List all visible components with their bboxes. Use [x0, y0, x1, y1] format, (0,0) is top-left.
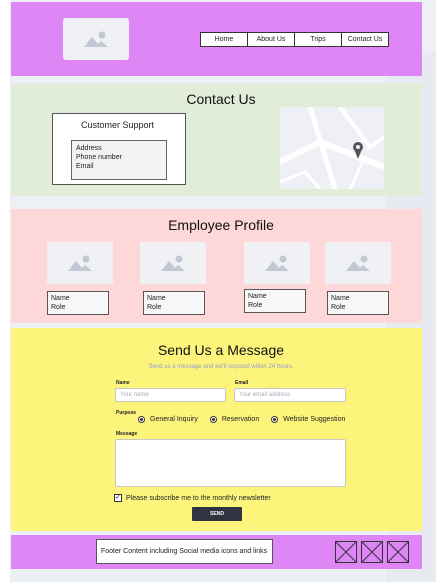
message-textarea[interactable]	[115, 439, 346, 487]
email-line: Email	[76, 163, 94, 170]
employee-role: Role	[51, 304, 66, 311]
employee-role: Role	[147, 304, 162, 311]
left-rail	[0, 0, 10, 582]
employee-card: Name Role	[47, 291, 109, 315]
employee-section: Employee Profile Name Role Name Role Nam…	[11, 209, 422, 323]
radio-website-suggestion[interactable]	[271, 416, 279, 423]
radio-reservation[interactable]	[209, 416, 217, 423]
image-placeholder-icon	[161, 255, 185, 271]
placeholder-cross-icon	[361, 541, 383, 563]
employee-role: Role	[248, 302, 263, 309]
logo-placeholder-image	[63, 18, 129, 60]
message-label: Message	[116, 431, 138, 437]
radio-general-inquiry[interactable]	[138, 416, 145, 423]
radio-label: General Inquiry	[150, 416, 198, 423]
employee-role: Role	[331, 304, 346, 311]
header: Home About Us Trips Contact Us	[11, 2, 422, 76]
employee-card: Name Role	[244, 289, 306, 313]
name-input[interactable]: Your name	[115, 388, 226, 402]
social-icon-placeholder[interactable]	[387, 541, 409, 563]
nav-home[interactable]: Home	[200, 32, 248, 47]
newsletter-row: ✓ Please subscribe me to the monthly new…	[114, 494, 271, 502]
nav-trips[interactable]: Trips	[294, 32, 342, 47]
employee-name: Name	[51, 295, 70, 302]
footer: Footer Content including Social media ic…	[11, 535, 422, 569]
message-section: Send Us a Message Send us a message and …	[11, 328, 422, 531]
radio-label: Website Suggestion	[283, 416, 346, 423]
image-placeholder-icon	[265, 255, 289, 271]
address-line: Address	[76, 145, 102, 152]
employee-card: Name Role	[327, 291, 389, 315]
employee-photo	[244, 242, 310, 284]
nav-contact-us[interactable]: Contact Us	[341, 32, 389, 47]
social-icon-placeholder[interactable]	[335, 541, 357, 563]
image-placeholder-icon	[68, 255, 92, 271]
employee-title: Employee Profile	[168, 217, 274, 233]
support-title: Customer Support	[81, 120, 155, 130]
main-nav: Home About Us Trips Contact Us	[200, 32, 389, 47]
contact-details-box: Address Phone number Email	[71, 140, 167, 180]
nav-about-us[interactable]: About Us	[247, 32, 295, 47]
message-subtitle: Send us a message and we'll respond with…	[148, 364, 294, 370]
footer-content: Footer Content including Social media ic…	[96, 539, 273, 564]
employee-name: Name	[147, 295, 166, 302]
map-graphic	[280, 107, 384, 189]
social-icon-placeholder[interactable]	[361, 541, 383, 563]
placeholder-cross-icon	[335, 541, 357, 563]
message-title: Send Us a Message	[157, 342, 285, 358]
image-placeholder-icon	[346, 255, 370, 271]
purpose-label: Purpose	[116, 410, 137, 416]
radio-label: Reservation	[221, 416, 260, 423]
employee-card: Name Role	[143, 291, 205, 315]
contact-section: Contact Us Customer Support Address Phon…	[11, 83, 422, 196]
employee-photo	[140, 242, 206, 284]
placeholder-cross-icon	[387, 541, 409, 563]
employee-photo	[47, 242, 113, 284]
employee-name: Name	[248, 293, 267, 300]
email-input[interactable]: Your email address	[234, 388, 346, 402]
send-button[interactable]: SEND	[192, 507, 242, 521]
contact-title: Contact Us	[186, 91, 256, 107]
newsletter-label: Please subscribe me to the monthly newsl…	[126, 494, 271, 502]
employee-photo	[325, 242, 391, 284]
name-label: Name	[116, 380, 130, 386]
phone-line: Phone number	[76, 154, 122, 161]
map-image[interactable]	[280, 107, 384, 189]
purpose-radio-group: General Inquiry Reservation Website Sugg…	[138, 416, 357, 423]
customer-support-card: Customer Support Address Phone number Em…	[52, 113, 186, 185]
employee-name: Name	[331, 295, 350, 302]
newsletter-checkbox[interactable]: ✓	[114, 494, 122, 502]
image-placeholder-icon	[84, 31, 108, 47]
email-label: Email	[235, 380, 249, 386]
